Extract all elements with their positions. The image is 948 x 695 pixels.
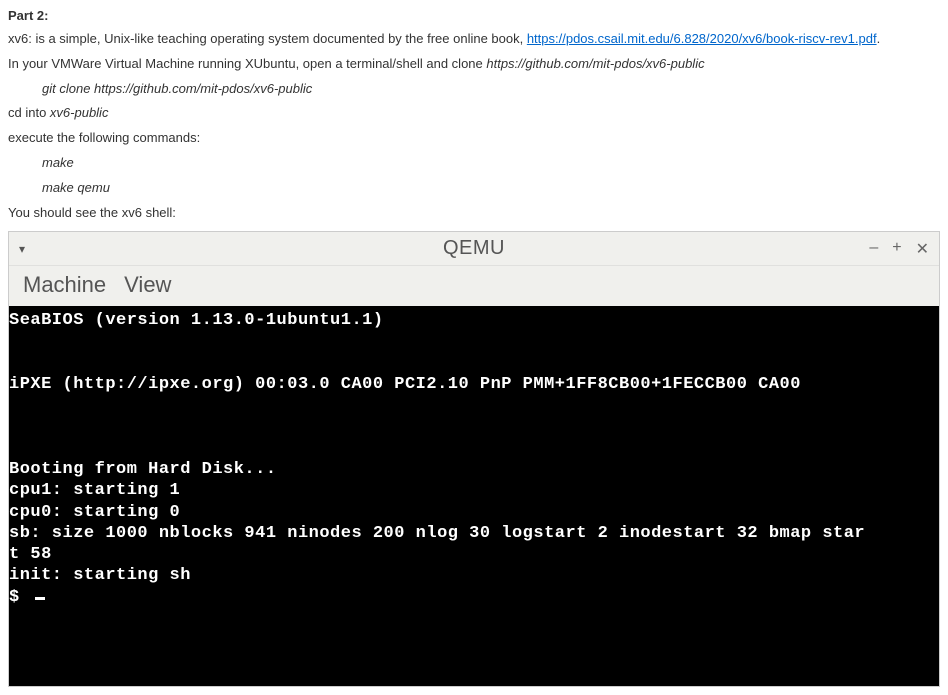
titlebar: ▾ QEMU – + ✕ <box>9 232 939 266</box>
terminal-prompt: $ <box>9 588 30 607</box>
exec-line: execute the following commands: <box>8 128 940 149</box>
menubar: Machine View <box>9 266 939 306</box>
terminal-line: cpu1: starting 1 <box>9 481 180 500</box>
clone-line: In your VMWare Virtual Machine running X… <box>8 54 940 75</box>
window-menu-dropdown-icon[interactable]: ▾ <box>19 242 39 256</box>
terminal-line: iPXE (http://ipxe.org) 00:03.0 CA00 PCI2… <box>9 375 801 394</box>
minimize-button[interactable]: – <box>869 239 878 259</box>
make-qemu-cmd: make qemu <box>8 178 940 199</box>
terminal-line: Booting from Hard Disk... <box>9 460 277 479</box>
window-controls: – + ✕ <box>869 239 929 259</box>
terminal-line: cpu0: starting 0 <box>9 503 180 522</box>
maximize-button[interactable]: + <box>892 239 901 259</box>
clone-text: In your VMWare Virtual Machine running X… <box>8 56 486 71</box>
git-clone-cmd: git clone https://github.com/mit-pdos/xv… <box>8 79 940 100</box>
intro-text: xv6: is a simple, Unix-like teaching ope… <box>8 31 527 46</box>
menu-machine[interactable]: Machine <box>23 272 106 298</box>
terminal-output: SeaBIOS (version 1.13.0-1ubuntu1.1) iPXE… <box>9 306 939 686</box>
terminal-line: SeaBIOS (version 1.13.0-1ubuntu1.1) <box>9 311 384 330</box>
cd-dir: xv6-public <box>50 105 109 120</box>
book-link[interactable]: https://pdos.csail.mit.edu/6.828/2020/xv… <box>527 31 877 46</box>
clone-url: https://github.com/mit-pdos/xv6-public <box>486 56 704 71</box>
window-title: QEMU <box>443 237 505 260</box>
terminal-line: sb: size 1000 nblocks 941 ninodes 200 nl… <box>9 524 865 543</box>
cursor-icon <box>35 597 45 600</box>
part2-heading: Part 2: <box>8 8 940 23</box>
qemu-window: ▾ QEMU – + ✕ Machine View SeaBIOS (versi… <box>8 231 940 687</box>
intro-suffix: . <box>877 31 881 46</box>
terminal-line: t 58 <box>9 545 52 564</box>
shell-line: You should see the xv6 shell: <box>8 203 940 224</box>
cd-prefix: cd into <box>8 105 50 120</box>
make-cmd: make <box>8 153 940 174</box>
menu-view[interactable]: View <box>124 272 171 298</box>
cd-line: cd into xv6-public <box>8 103 940 124</box>
close-button[interactable]: ✕ <box>916 239 929 259</box>
terminal-line: init: starting sh <box>9 566 191 585</box>
intro-line: xv6: is a simple, Unix-like teaching ope… <box>8 29 940 50</box>
